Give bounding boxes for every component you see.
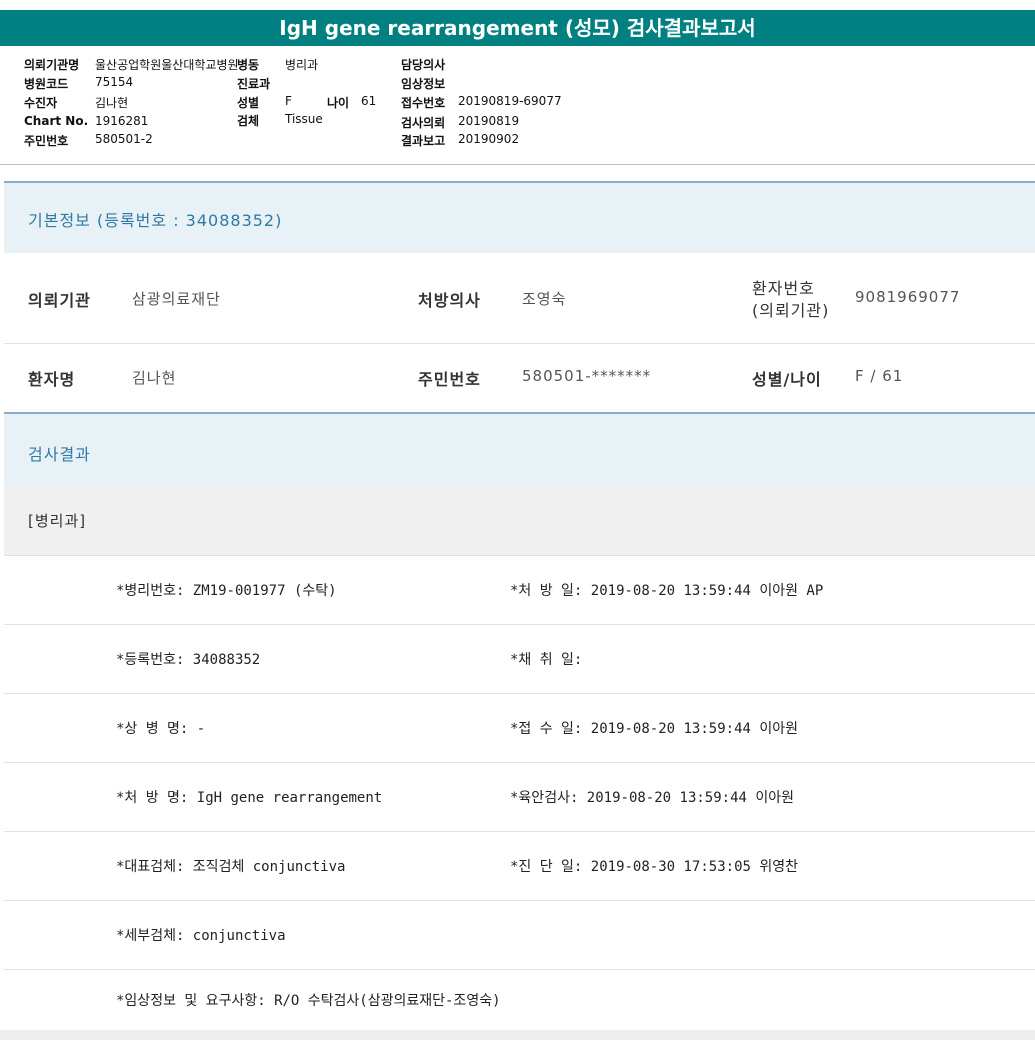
institution-val: 삼광의료재단 bbox=[132, 290, 221, 308]
info-row-2: 환자명 김나현 주민번호 580501-******* 성별/나이 F / 61 bbox=[4, 344, 1035, 412]
report-header: 의뢰기관명 울산공업학원울산대학교병원 병동 병리과 담당의사 병원코드 751… bbox=[0, 46, 1035, 165]
hospital-code-value: 75154 bbox=[95, 75, 134, 89]
result-row: *처 방 명: IgH gene rearrangement *육안검사: 20… bbox=[4, 763, 1035, 832]
prescriber-val: 조영숙 bbox=[522, 290, 567, 308]
dept-row: [병리과] bbox=[4, 487, 1035, 556]
attending-label: 담당의사 bbox=[401, 58, 446, 72]
report-title: IgH gene rearrangement (성모) 검사결과보고서 bbox=[0, 10, 1035, 46]
result-left: *세부검체: conjunctiva bbox=[116, 928, 286, 944]
result-right: *채 취 일: bbox=[510, 652, 583, 668]
resident-value: 580501-2 bbox=[95, 132, 153, 146]
sex-label: 성별 bbox=[237, 96, 260, 110]
prescriber-key: 처방의사 bbox=[418, 291, 481, 310]
result-left: *병리번호: ZM19-001977 (수탁) bbox=[116, 583, 337, 599]
institution-value: 울산공업학원울산대학교병원 bbox=[95, 58, 239, 72]
sex-age-val: F / 61 bbox=[855, 367, 904, 385]
chart-label: Chart No. bbox=[24, 114, 89, 128]
patient-name-key: 환자명 bbox=[28, 370, 76, 389]
basic-info-header: 기본정보 (등록번호 : 34088352) bbox=[4, 181, 1035, 254]
result-right: *진 단 일: 2019-08-30 17:53:05 위영찬 bbox=[510, 859, 798, 875]
result-right: *육안검사: 2019-08-20 13:59:44 이아원 bbox=[510, 790, 795, 806]
info-row-1: 의뢰기관 삼광의료재단 처방의사 조영숙 환자번호 (의뢰기관) 9081969… bbox=[4, 253, 1035, 344]
specimen-label: 검체 bbox=[237, 114, 260, 128]
receipt-label: 접수번호 bbox=[401, 96, 446, 110]
sex-age-key: 성별/나이 bbox=[752, 370, 822, 389]
patient-label: 수진자 bbox=[24, 96, 58, 110]
request-value: 20190819 bbox=[458, 114, 520, 128]
resident-no-key: 주민번호 bbox=[418, 370, 481, 389]
result-row: *임상정보 및 요구사항: R/O 수탁검사(삼광의료재단-조영숙) bbox=[4, 970, 1035, 1030]
basic-info-title: 기본정보 (등록번호 : 34088352) bbox=[28, 207, 282, 231]
bottom-scroll-area bbox=[0, 1030, 1035, 1040]
age-label: 나이 bbox=[327, 96, 350, 110]
ward-value: 병리과 bbox=[285, 58, 319, 72]
patient-value: 김나현 bbox=[95, 96, 129, 110]
results-header: 검사결과 bbox=[4, 412, 1035, 487]
result-row: *대표검체: 조직검체 conjunctiva *진 단 일: 2019-08-… bbox=[4, 832, 1035, 901]
result-left: *상 병 명: - bbox=[116, 721, 206, 737]
resident-label: 주민번호 bbox=[24, 134, 69, 148]
result-left: *등록번호: 34088352 bbox=[116, 652, 261, 668]
result-left: *임상정보 및 요구사항: R/O 수탁검사(삼광의료재단-조영숙) bbox=[116, 993, 501, 1009]
result-row: *세부검체: conjunctiva bbox=[4, 901, 1035, 970]
resident-no-val: 580501-******* bbox=[522, 367, 652, 385]
request-label: 검사의뢰 bbox=[401, 116, 446, 130]
dept-label: [병리과] bbox=[28, 512, 87, 530]
result-right: *접 수 일: 2019-08-20 13:59:44 이아원 bbox=[510, 721, 798, 737]
receipt-value: 20190819-69077 bbox=[458, 94, 562, 108]
basic-info-label: 기본정보 bbox=[28, 211, 91, 230]
report-label: 결과보고 bbox=[401, 134, 446, 148]
result-row: *병리번호: ZM19-001977 (수탁) *처 방 일: 2019-08-… bbox=[4, 556, 1035, 625]
patient-name-val: 김나현 bbox=[132, 369, 177, 387]
sex-value: F bbox=[285, 94, 292, 108]
chart-value: 1916281 bbox=[95, 114, 149, 128]
result-row: *등록번호: 34088352 *채 취 일: bbox=[4, 625, 1035, 694]
results-title: 검사결과 bbox=[28, 445, 91, 464]
result-right: *처 방 일: 2019-08-20 13:59:44 이아원 AP bbox=[510, 583, 824, 599]
result-left: *대표검체: 조직검체 conjunctiva bbox=[116, 859, 346, 875]
age-value: 61 bbox=[361, 94, 377, 108]
basic-info-reg-number: (등록번호 : 34088352) bbox=[96, 211, 283, 230]
patient-no-val: 9081969077 bbox=[855, 288, 961, 306]
specimen-value: Tissue bbox=[285, 112, 323, 126]
result-row: *상 병 명: - *접 수 일: 2019-08-20 13:59:44 이아… bbox=[4, 694, 1035, 763]
hospital-code-label: 병원코드 bbox=[24, 77, 69, 91]
institution-key: 의뢰기관 bbox=[28, 291, 91, 310]
patient-no-key-sub: (의뢰기관) bbox=[752, 301, 830, 320]
ward-label: 병동 bbox=[237, 58, 260, 72]
institution-label: 의뢰기관명 bbox=[24, 58, 80, 72]
patient-no-key: 환자번호 bbox=[752, 279, 815, 298]
dept-label: 진료과 bbox=[237, 77, 271, 91]
clinical-label: 임상정보 bbox=[401, 77, 446, 91]
result-left: *처 방 명: IgH gene rearrangement bbox=[116, 790, 383, 806]
report-value: 20190902 bbox=[458, 132, 520, 146]
